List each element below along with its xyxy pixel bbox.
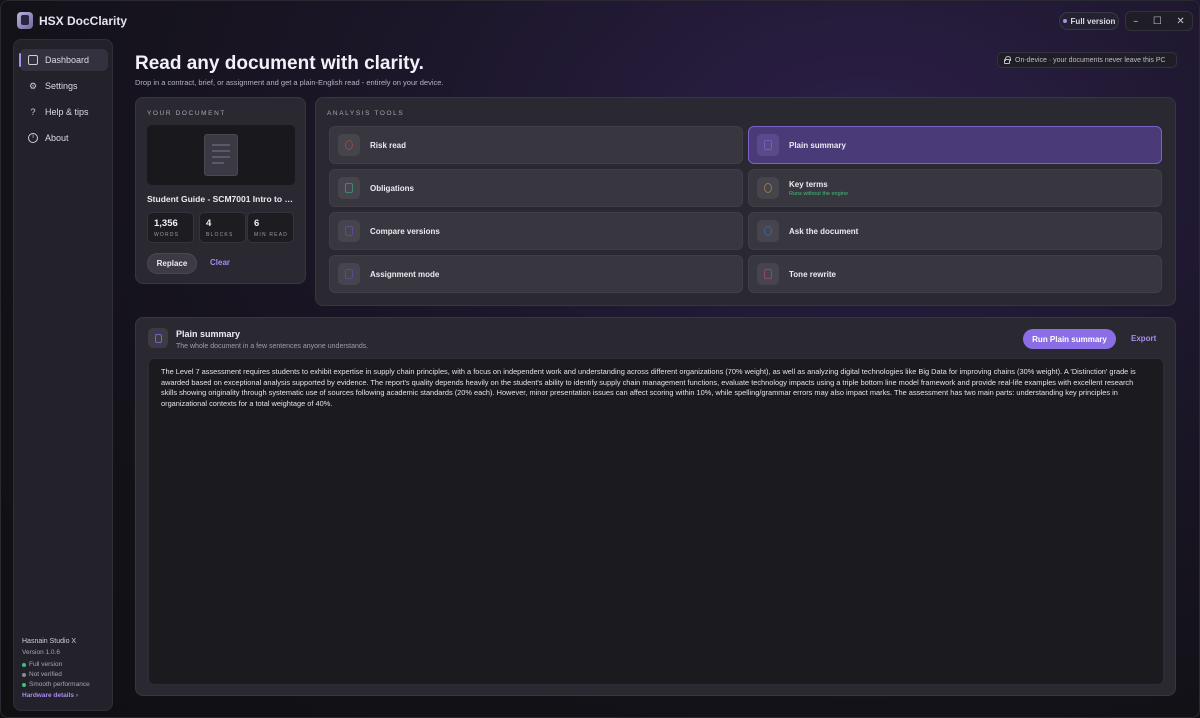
sidebar-item-label: Dashboard <box>45 55 90 65</box>
status-label: Full version <box>29 661 63 668</box>
compare-icon <box>338 220 360 242</box>
tool-tone-rewrite[interactable]: Tone rewrite <box>748 255 1162 293</box>
studio-name: Hasnain Studio X <box>22 638 77 645</box>
result-panel: Plain summary The whole document in a fe… <box>135 317 1176 696</box>
stat-blocks: 4 BLOCKS <box>199 212 246 243</box>
tool-label: Risk read <box>370 140 407 150</box>
lock-icon <box>1004 55 1011 64</box>
tool-note: Runs without the engine <box>789 190 849 197</box>
tool-compare-versions[interactable]: Compare versions <box>329 212 743 250</box>
tool-label: Tone rewrite <box>789 269 836 279</box>
stat-label: WORDS <box>154 232 180 238</box>
page-title: Read any document with clarity. <box>135 53 424 74</box>
tool-plain-summary[interactable]: Plain summary <box>748 126 1162 164</box>
privacy-label: On-device · your documents never leave t… <box>1015 56 1166 64</box>
window-controls: – ☐ ✕ <box>1125 11 1193 31</box>
stat-label: BLOCKS <box>206 232 234 238</box>
tool-label: Assignment mode <box>370 269 440 279</box>
app-logo-icon <box>17 12 33 29</box>
status-not-verified: Not verified <box>22 671 110 678</box>
dashboard-icon <box>28 55 38 65</box>
app-window: HSX DocClarity Full version – ☐ ✕ Dashbo… <box>0 0 1200 718</box>
status-performance: Smooth performance <box>22 681 110 688</box>
tone-icon <box>757 263 779 285</box>
full-version-badge[interactable]: Full version <box>1059 12 1119 30</box>
summary-icon <box>757 134 779 156</box>
document-section-label: YOUR DOCUMENT <box>147 110 226 117</box>
status-dot-icon <box>22 672 26 677</box>
tools-section-label: ANALYSIS TOOLS <box>327 110 405 117</box>
obligations-icon <box>338 177 360 199</box>
tool-key-terms[interactable]: Key terms Runs without the engine <box>748 169 1162 207</box>
summary-icon <box>148 328 168 348</box>
status-label: Not verified <box>29 671 62 678</box>
tool-assignment-mode[interactable]: Assignment mode <box>329 255 743 293</box>
assignment-icon <box>338 263 360 285</box>
sidebar-item-dashboard[interactable]: Dashboard <box>19 49 108 71</box>
app-title: HSX DocClarity <box>39 14 128 28</box>
stat-value: 4 <box>206 218 212 229</box>
stat-value: 1,356 <box>154 218 178 229</box>
document-preview[interactable] <box>147 125 295 185</box>
stat-value: 6 <box>254 218 260 229</box>
sidebar-item-help[interactable]: ? Help & tips <box>20 101 108 123</box>
tool-ask-document[interactable]: Ask the document <box>748 212 1162 250</box>
badge-dot-icon <box>1062 19 1067 23</box>
tool-label: Key terms <box>789 179 828 189</box>
badge-label: Full version <box>1070 16 1116 26</box>
maximize-button[interactable]: ☐ <box>1153 16 1162 27</box>
sidebar-item-settings[interactable]: ⚙ Settings <box>20 75 108 97</box>
minimize-button[interactable]: – <box>1133 16 1138 27</box>
clear-button[interactable]: Clear <box>210 258 230 267</box>
hardware-details-link[interactable]: Hardware details › <box>22 692 110 699</box>
result-subtitle: The whole document in a few sentences an… <box>176 343 369 350</box>
info-icon: i <box>28 133 38 143</box>
export-button[interactable]: Export <box>1131 334 1156 343</box>
stat-words: 1,356 WORDS <box>147 212 194 243</box>
document-card: YOUR DOCUMENT Student Guide - SCM7001 In… <box>135 97 306 284</box>
tool-label: Ask the document <box>789 226 859 236</box>
key-terms-icon <box>757 177 779 199</box>
gear-icon: ⚙ <box>28 81 38 91</box>
page-subtitle: Drop in a contract, brief, or assignment… <box>135 78 444 87</box>
result-title: Plain summary <box>176 329 241 339</box>
sidebar-item-about[interactable]: i About <box>20 127 108 149</box>
status-dot-icon <box>22 682 26 687</box>
stat-min-read: 6 MIN READ <box>247 212 294 243</box>
analysis-tools-card: ANALYSIS TOOLS Risk read Plain summary O… <box>315 97 1176 306</box>
replace-button[interactable]: Replace <box>147 253 197 274</box>
ask-icon <box>757 220 779 242</box>
sidebar-item-label: About <box>45 133 69 143</box>
help-icon: ? <box>30 107 36 117</box>
risk-icon <box>338 134 360 156</box>
tool-label: Plain summary <box>789 140 846 150</box>
sidebar-item-label: Settings <box>45 81 78 91</box>
status-full-version: Full version <box>22 661 110 668</box>
close-button[interactable]: ✕ <box>1176 16 1184 27</box>
sidebar-footer: Hasnain Studio X Version 1.0.6 Full vers… <box>22 638 110 699</box>
tool-label: Obligations <box>370 183 414 193</box>
sidebar: Dashboard ⚙ Settings ? Help & tips i Abo… <box>13 39 113 711</box>
document-name: Student Guide - SCM7001 Intro to Supply … <box>147 194 297 204</box>
sidebar-item-label: Help & tips <box>45 107 89 117</box>
document-icon <box>204 134 238 176</box>
run-plain-summary-button[interactable]: Run Plain summary <box>1023 329 1116 349</box>
summary-output[interactable]: The Level 7 assessment requires students… <box>148 358 1164 685</box>
status-dot-icon <box>22 662 26 667</box>
stat-label: MIN READ <box>254 232 289 238</box>
privacy-badge: On-device · your documents never leave t… <box>997 52 1177 68</box>
status-label: Smooth performance <box>29 681 90 688</box>
tool-risk-read[interactable]: Risk read <box>329 126 743 164</box>
app-version: Version 1.0.6 <box>22 649 60 656</box>
title-bar: HSX DocClarity Full version – ☐ ✕ <box>1 1 1199 39</box>
tool-obligations[interactable]: Obligations <box>329 169 743 207</box>
tool-label: Compare versions <box>370 226 440 236</box>
